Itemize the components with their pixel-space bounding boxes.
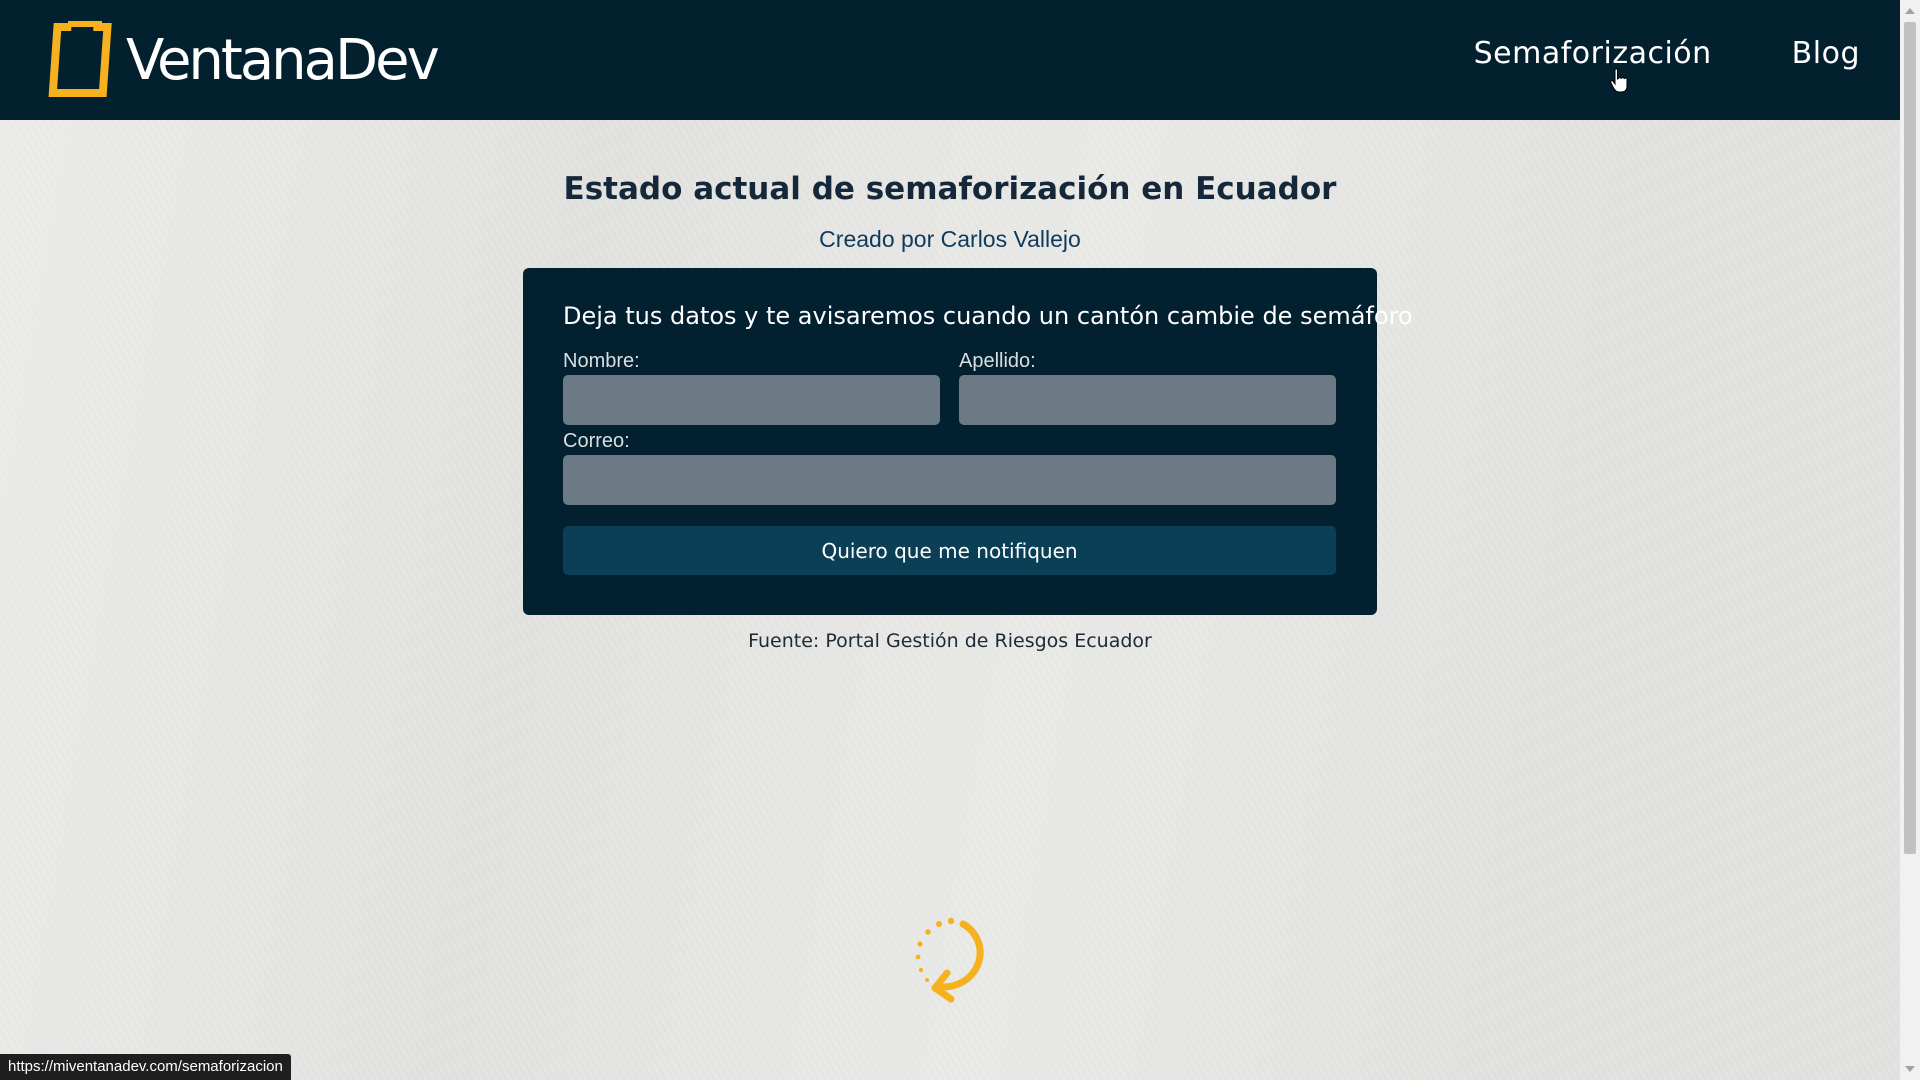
author-credit: Creado por Carlos Vallejo	[819, 226, 1081, 252]
site-header: VentanaDev Semaforización Blog	[0, 0, 1900, 120]
nombre-label: Nombre:	[563, 350, 640, 372]
vertical-scrollbar[interactable]	[1900, 0, 1920, 1080]
nombre-input[interactable]	[563, 375, 940, 425]
window-bracket-logo-icon	[48, 21, 112, 97]
form-heading: Deja tus datos y te avisaremos cuando un…	[563, 302, 1413, 330]
apellido-input[interactable]	[959, 375, 1336, 425]
nav-link-blog[interactable]: Blog	[1792, 36, 1860, 71]
loading-spinner-icon	[915, 917, 984, 1003]
page-title: Estado actual de semaforización en Ecuad…	[563, 170, 1337, 207]
scroll-thumb[interactable]	[1904, 22, 1916, 854]
notification-form: Deja tus datos y te avisaremos cuando un…	[523, 268, 1413, 615]
site-logo[interactable]: VentanaDev	[38, 18, 440, 102]
hand-pointer-icon	[1610, 68, 1628, 93]
status-bar-url: https://miventanadev.com/semaforizacion	[0, 1054, 291, 1080]
scroll-up-arrow-icon[interactable]	[1905, 8, 1915, 14]
scroll-down-arrow-icon[interactable]	[1905, 1066, 1915, 1072]
main-nav: Semaforización Blog	[1474, 36, 1860, 71]
nav-link-semaforizacion[interactable]: Semaforización	[1474, 36, 1712, 71]
page-background: VentanaDev Semaforización Blog Estado ac…	[0, 0, 1900, 1080]
apellido-label: Apellido:	[959, 350, 1036, 372]
notify-submit-button[interactable]: Quiero que me notifiquen	[563, 526, 1336, 575]
correo-input[interactable]	[563, 455, 1336, 505]
data-source: Fuente: Portal Gestión de Riesgos Ecuado…	[748, 630, 1152, 652]
correo-label: Correo:	[563, 430, 630, 452]
logo-wordmark: VentanaDev	[126, 27, 440, 93]
